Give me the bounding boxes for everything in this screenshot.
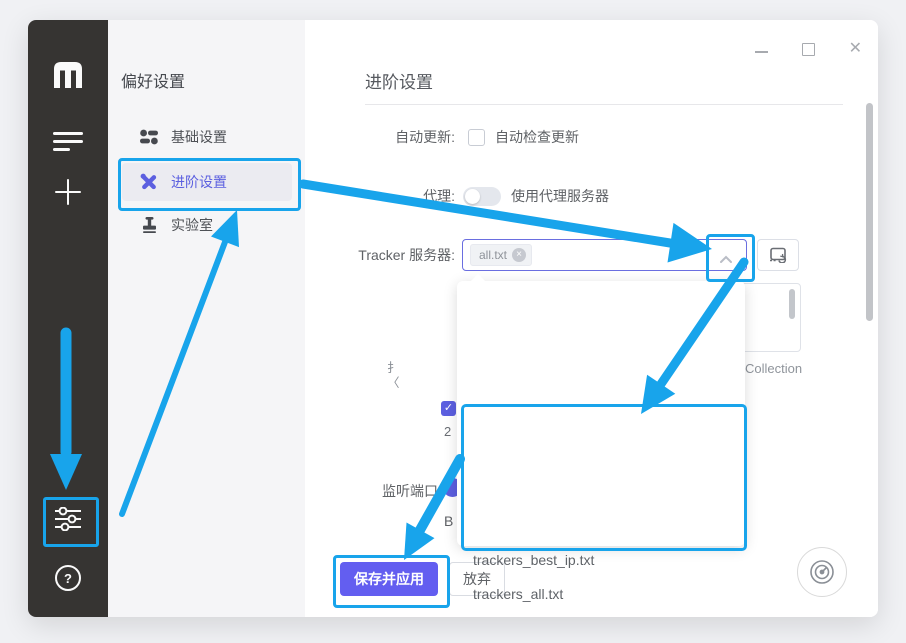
screen: ? 偏好设置 基础设置 (0, 0, 906, 643)
page-title: 进阶设置 (365, 68, 433, 93)
tracker-dropdown: trackers_best_ip.txt trackers_all.txt tr… (457, 281, 745, 546)
stamp-icon (140, 216, 158, 234)
toggles-icon (140, 128, 158, 146)
tracker-tag: all.txt (470, 244, 532, 266)
preferences-title: 偏好设置 (121, 68, 185, 92)
auto-check-update-label: 自动检查更新 (495, 127, 579, 147)
auto-sync-checkbox-fragment[interactable] (441, 401, 456, 416)
menu-item-basic-settings[interactable]: 基础设置 (122, 118, 292, 156)
tag-remove-icon[interactable] (512, 248, 526, 262)
help-icon[interactable]: ? (28, 565, 108, 591)
dropdown-item[interactable]: trackers_best_ip.txt (473, 552, 594, 568)
sync-time-fragment: 2 (444, 424, 451, 439)
close-icon[interactable]: ✕ (849, 42, 862, 56)
save-and-apply-button[interactable]: 保存并应用 (340, 562, 438, 596)
sync-trackers-button[interactable] (757, 239, 799, 271)
auto-check-update-checkbox[interactable] (468, 129, 485, 146)
proxy-toggle-label: 使用代理服务器 (511, 186, 609, 206)
menu-item-lab[interactable]: 实验室 (122, 206, 292, 244)
motrix-logo-icon (52, 60, 84, 90)
speed-test-button[interactable] (797, 547, 847, 597)
chevron-up-icon[interactable] (719, 251, 733, 269)
add-task-icon[interactable] (28, 178, 108, 206)
dropdown-item[interactable]: trackers_all.txt (473, 586, 563, 602)
menu-item-label: 实验室 (171, 215, 213, 235)
menu-item-label: 进阶设置 (171, 172, 227, 192)
menu-item-label: 基础设置 (171, 127, 227, 147)
auto-update-label: 自动更新: (305, 127, 455, 147)
tracker-tag-label: all.txt (479, 248, 507, 262)
window-controls: ✕ (755, 42, 862, 56)
auto-update-row: 自动更新: 自动检查更新 (305, 126, 579, 148)
proxy-toggle[interactable] (463, 187, 501, 206)
advanced-settings-page: ✕ 进阶设置 自动更新: 自动检查更新 代理: 使用代理服务器 Tracker … (305, 20, 878, 617)
scrollbar-thumb[interactable] (866, 103, 873, 321)
help-glyph: ? (55, 565, 81, 591)
preferences-icon[interactable] (28, 507, 108, 531)
title-divider (365, 104, 843, 105)
source-link-fragment: Collection (745, 361, 802, 376)
preferences-panel: 偏好设置 基础设置 进阶设置 (108, 20, 305, 617)
hint-text-fragment: 〈 (387, 372, 400, 391)
listen-port-label: 监听端口 (343, 481, 438, 501)
tools-icon (140, 173, 158, 191)
maximize-icon[interactable] (802, 43, 815, 56)
proxy-label: 代理: (305, 186, 455, 206)
proxy-row: 代理: 使用代理服务器 (305, 185, 609, 207)
tracker-select[interactable]: all.txt (462, 239, 747, 271)
bt-port-label-fragment: B (444, 513, 453, 529)
task-list-icon[interactable] (28, 128, 108, 154)
sidebar: ? (28, 20, 108, 617)
menu-item-advanced-settings[interactable]: 进阶设置 (122, 163, 292, 201)
tracker-row: Tracker 服务器: all.txt (305, 235, 799, 275)
minimize-icon[interactable] (755, 51, 768, 53)
dropdown-caret (471, 274, 485, 288)
textarea-scrollbar[interactable] (789, 289, 795, 319)
tracker-label: Tracker 服务器: (305, 245, 455, 265)
app-window: ? 偏好设置 基础设置 (28, 20, 878, 617)
